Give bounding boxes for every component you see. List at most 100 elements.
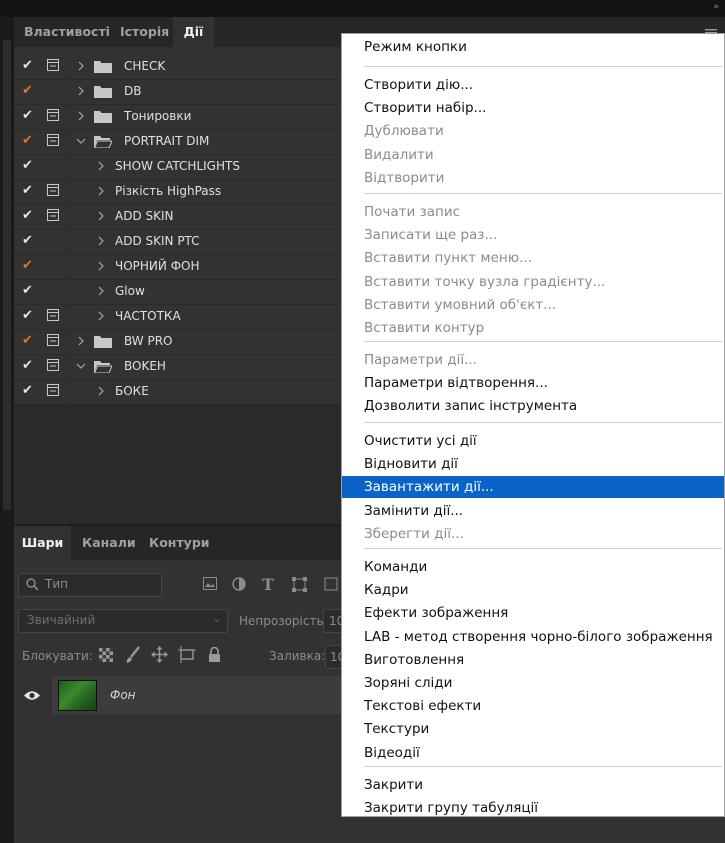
dialog-toggle-empty[interactable] [47, 234, 59, 246]
action-label: ADD SKIN PTC [115, 234, 200, 248]
tab-paths[interactable]: Контури [149, 526, 210, 560]
dialog-toggle-icon[interactable] [47, 209, 59, 221]
chevron-right-icon[interactable] [76, 332, 86, 346]
dialog-toggle-icon[interactable] [47, 109, 59, 121]
menu-item[interactable]: Закрити групу табуляції [342, 797, 724, 819]
menu-item[interactable]: Очистити усі дії [342, 430, 724, 452]
search-icon [25, 577, 39, 591]
filter-shape-icon[interactable] [292, 577, 307, 592]
menu-item[interactable]: Кадри [342, 579, 724, 601]
layer-name: Фон [110, 688, 136, 702]
dialog-toggle-empty[interactable] [47, 84, 59, 96]
menu-item[interactable]: Ефекти зображення [342, 602, 724, 624]
filter-pixel-icon[interactable] [203, 577, 217, 590]
checkmark-icon[interactable]: ✔ [22, 183, 36, 199]
menu-item: Вставити контур [364, 320, 485, 336]
menu-item[interactable]: Виготовлення [342, 649, 724, 671]
menu-item[interactable]: Текстури [342, 718, 724, 740]
menu-item[interactable]: Параметри відтворення... [342, 372, 724, 394]
dialog-toggle-icon[interactable] [47, 134, 59, 146]
chevron-right-icon[interactable] [76, 57, 86, 71]
row-divider [66, 204, 67, 229]
menu-item[interactable]: Завантажити дії... [342, 476, 724, 499]
menu-item[interactable]: LAB - метод створення чорно-білого зобра… [342, 626, 724, 648]
checkmark-icon[interactable]: ✔ [22, 58, 36, 74]
chevron-right-icon[interactable] [96, 157, 106, 171]
checkmark-icon[interactable]: ✔ [22, 358, 36, 374]
dialog-toggle-icon[interactable] [47, 59, 59, 71]
menu-item[interactable]: Режим кнопки [342, 36, 724, 58]
menu-item[interactable]: Відеодії [342, 742, 724, 764]
action-label: ADD SKIN [115, 209, 174, 223]
lock-move-icon[interactable] [151, 646, 168, 663]
collapse-panels-icon[interactable]: » [713, 2, 719, 12]
layer-search-input[interactable]: Тип [18, 573, 162, 597]
folder-open-icon [94, 135, 112, 148]
menu-item[interactable]: Закрити [342, 774, 724, 796]
chevron-right-icon[interactable] [96, 232, 106, 246]
dialog-toggle-icon[interactable] [47, 359, 59, 371]
menu-item[interactable]: Текстові ефекти [342, 695, 724, 717]
tab-channels[interactable]: Канали [82, 526, 136, 560]
checkmark-icon[interactable]: ✔ [22, 333, 36, 349]
row-divider [66, 104, 67, 129]
lock-brush-icon[interactable] [125, 646, 141, 664]
lock-all-icon[interactable] [208, 647, 221, 663]
dialog-toggle-empty[interactable] [47, 284, 59, 296]
lock-transparent-icon[interactable] [99, 648, 113, 662]
chevron-down-icon[interactable] [76, 132, 86, 146]
filter-type-icon[interactable]: T [262, 575, 274, 594]
eye-icon[interactable] [24, 690, 40, 701]
dialog-toggle-icon[interactable] [47, 384, 59, 396]
blend-mode-select[interactable]: Звичайний ⌄ [18, 609, 228, 633]
chevron-right-icon[interactable] [96, 207, 106, 221]
lock-label: Блокувати: [22, 649, 93, 663]
dialog-toggle-icon[interactable] [47, 309, 59, 321]
menu-item[interactable]: Відновити дії [342, 453, 724, 475]
menu-item[interactable]: Дозволити запис інструмента [342, 395, 724, 417]
dialog-toggle-empty[interactable] [47, 259, 59, 271]
chevron-right-icon[interactable] [76, 82, 86, 96]
chevron-right-icon[interactable] [96, 382, 106, 396]
checkmark-icon[interactable]: ✔ [22, 383, 36, 399]
tab-history[interactable]: Історія [120, 17, 169, 47]
chevron-down-icon[interactable] [76, 357, 86, 371]
folder-icon [94, 85, 112, 98]
tab-layers[interactable]: Шари [14, 526, 71, 560]
checkmark-icon[interactable]: ✔ [22, 283, 36, 299]
menu-item: Вставити умовний об'єкт... [364, 296, 557, 313]
checkmark-icon[interactable]: ✔ [22, 108, 36, 124]
checkmark-icon[interactable]: ✔ [22, 308, 36, 324]
chevron-right-icon[interactable] [76, 107, 86, 121]
chevron-right-icon[interactable] [96, 182, 106, 196]
row-divider [66, 329, 67, 354]
left-scrollbar[interactable] [3, 40, 11, 510]
menu-item[interactable]: Замінити дії... [342, 500, 724, 522]
filter-adjustment-icon[interactable] [232, 577, 246, 591]
tab-actions[interactable]: Дії [173, 17, 214, 47]
action-label: БОКЕ [115, 384, 149, 398]
menu-item[interactable]: Команди [342, 556, 724, 578]
dialog-toggle-empty[interactable] [47, 159, 59, 171]
checkmark-icon[interactable]: ✔ [22, 208, 36, 224]
checkmark-icon[interactable]: ✔ [22, 258, 36, 274]
checkmark-icon[interactable]: ✔ [22, 133, 36, 149]
checkmark-icon[interactable]: ✔ [22, 233, 36, 249]
menu-item[interactable]: Створити дію... [342, 74, 724, 96]
actions-panel-menu: Режим кнопки Створити дію... Створити набі… [341, 33, 725, 817]
checkmark-icon[interactable]: ✔ [22, 83, 36, 99]
menu-item: Зберегти дії... [364, 525, 464, 542]
dialog-toggle-icon[interactable] [47, 184, 59, 196]
menu-item[interactable]: Зоряні сліди [342, 672, 724, 694]
tab-properties[interactable]: Властивості [24, 17, 110, 47]
chevron-right-icon[interactable] [96, 257, 106, 271]
folder-icon [94, 335, 112, 348]
dialog-toggle-icon[interactable] [47, 334, 59, 346]
checkmark-icon[interactable]: ✔ [22, 158, 36, 174]
filter-smart-object-icon[interactable] [324, 577, 338, 591]
chevron-right-icon[interactable] [96, 307, 106, 321]
menu-separator [364, 341, 722, 342]
lock-artboard-icon[interactable] [178, 646, 196, 663]
menu-item[interactable]: Створити набір... [342, 97, 724, 119]
chevron-right-icon[interactable] [96, 282, 106, 296]
